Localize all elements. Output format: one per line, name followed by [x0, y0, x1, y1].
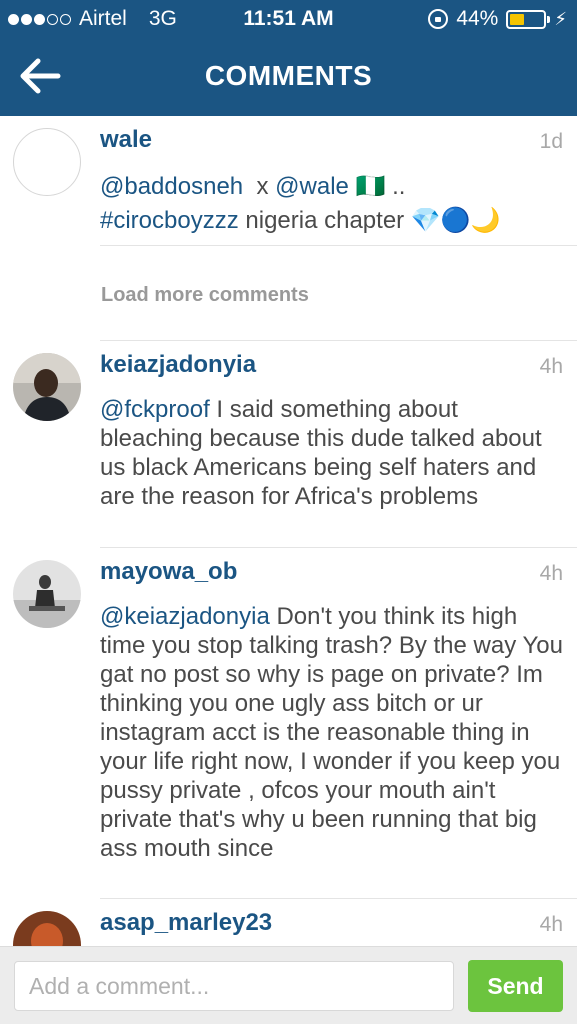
- avatar[interactable]: [13, 560, 81, 628]
- comment-text: @fckproof I said something about bleachi…: [100, 396, 542, 510]
- comment-time: 4h: [539, 562, 563, 585]
- battery-percent: 44%: [456, 7, 499, 30]
- caption: wale 1d @baddosneh x @wale 🇳🇬 .. #cirocb…: [0, 116, 577, 246]
- comment-input[interactable]: [14, 961, 454, 1011]
- mention-link[interactable]: @keiazjadonyia: [100, 603, 270, 630]
- comment-time: 4h: [539, 355, 563, 378]
- comment-item: keiazjadonyia 4h @fckproof I said someth…: [0, 341, 577, 548]
- comment-text: @keiazjadonyia Don't you think its high …: [100, 603, 563, 862]
- avatar[interactable]: [13, 128, 81, 196]
- nav-bar: COMMENTS: [0, 38, 577, 116]
- username-link[interactable]: mayowa_ob: [100, 558, 237, 586]
- username-link[interactable]: keiazjadonyia: [100, 351, 256, 379]
- profile-photo: [13, 911, 81, 946]
- caption-text: @baddosneh x @wale 🇳🇬 .. #cirocboyzzz ni…: [100, 173, 501, 234]
- emoji-icons: 💎🔵🌙: [410, 207, 501, 234]
- load-more-comments-button[interactable]: Load more comments: [101, 284, 309, 307]
- page-title: COMMENTS: [204, 60, 373, 91]
- comment-item: mayowa_ob 4h @keiazjadonyia Don't you th…: [0, 548, 577, 899]
- divider: [100, 245, 577, 246]
- comment-time: 1d: [539, 130, 563, 153]
- send-button[interactable]: Send: [468, 960, 563, 1012]
- comment-composer: Send: [0, 946, 577, 1024]
- mention-link[interactable]: @baddosneh: [100, 173, 243, 200]
- comment-time: 4h: [539, 913, 563, 936]
- rotation-lock-icon: [428, 9, 449, 29]
- hashtag-link[interactable]: #cirocboyzzz: [100, 207, 239, 234]
- battery-icon: [506, 9, 551, 29]
- comment-item: asap_marley23 4h: [0, 899, 577, 946]
- username-link[interactable]: asap_marley23: [100, 909, 272, 937]
- avatar[interactable]: [13, 353, 81, 421]
- avatar[interactable]: [13, 911, 81, 946]
- profile-photo: [13, 560, 81, 628]
- username-link[interactable]: wale: [100, 126, 152, 154]
- mention-link[interactable]: @fckproof: [100, 396, 210, 423]
- status-bar: Airtel 3G 11:51 AM 44% ⚡: [0, 0, 577, 38]
- charging-bolt-icon: ⚡: [554, 8, 567, 29]
- top-bar: Airtel 3G 11:51 AM 44% ⚡ COMMENTS: [0, 0, 577, 116]
- comments-list[interactable]: wale 1d @baddosneh x @wale 🇳🇬 .. #cirocb…: [0, 116, 577, 946]
- mention-link[interactable]: @wale: [275, 173, 349, 200]
- profile-photo: [13, 353, 81, 421]
